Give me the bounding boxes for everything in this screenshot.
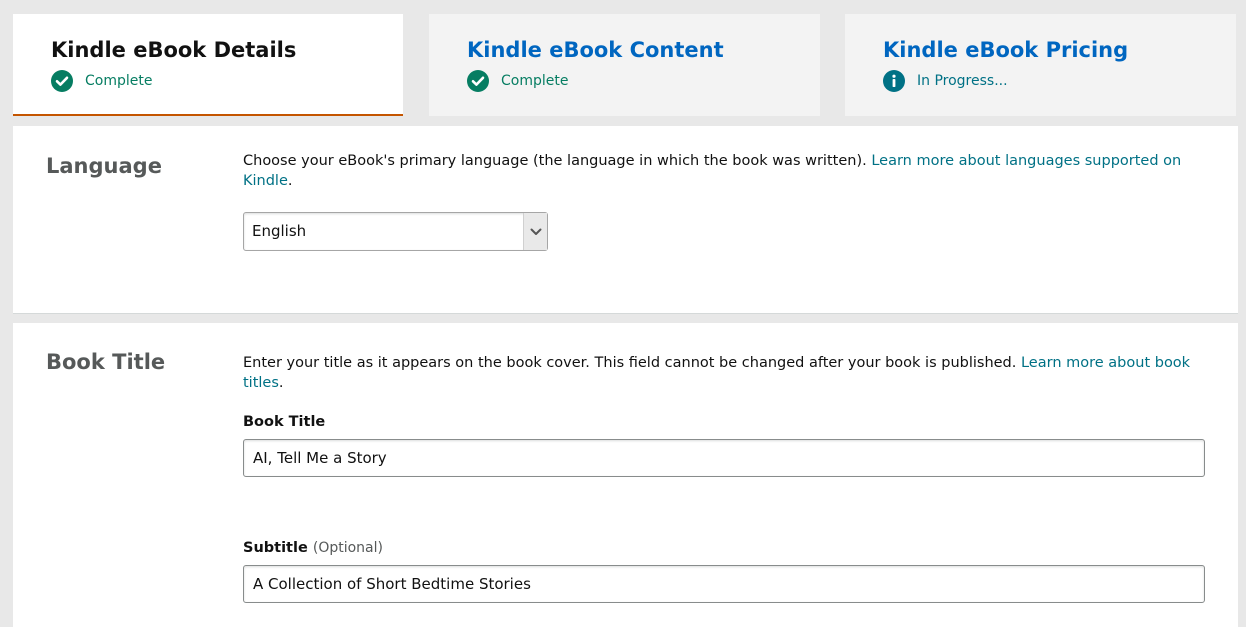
book-title-label: Book Title [243,414,326,430]
panel-divider [13,313,1238,314]
book-title-description-text: Enter your title as it appears on the bo… [243,355,1021,371]
tab-status: Complete [51,70,403,92]
subtitle-input[interactable] [243,565,1205,603]
book-title-input[interactable] [243,439,1205,477]
language-description-text: Choose your eBook's primary language (th… [243,153,872,169]
info-circle-icon [883,70,905,92]
subtitle-optional-hint: (Optional) [312,540,383,556]
check-circle-icon [467,70,489,92]
book-title-section: Book Title Enter your title as it appear… [13,323,1238,627]
language-select[interactable]: English [243,212,548,251]
tab-status-text: In Progress... [917,73,1008,89]
tab-kindle-ebook-details[interactable]: Kindle eBook Details Complete [13,14,403,116]
language-section: Language Choose your eBook's primary lan… [13,126,1238,313]
tab-status-text: Complete [85,73,153,89]
language-select-value: English [252,222,307,240]
tab-kindle-ebook-content[interactable]: Kindle eBook Content Complete [429,14,820,116]
book-title-heading: Book Title [46,350,166,374]
language-description-end: . [287,173,293,189]
tab-title: Kindle eBook Details [51,38,297,62]
subtitle-label: Subtitle (Optional) [243,540,383,556]
language-description: Choose your eBook's primary language (th… [243,151,1208,191]
tab-kindle-ebook-pricing[interactable]: Kindle eBook Pricing In Progress... [845,14,1236,116]
tab-status: In Progress... [883,70,1236,92]
language-heading: Language [46,154,162,178]
check-circle-icon [51,70,73,92]
tab-status-text: Complete [501,73,569,89]
subtitle-label-text: Subtitle [243,540,308,556]
book-title-description-end: . [278,375,284,391]
book-title-description: Enter your title as it appears on the bo… [243,353,1208,393]
tab-status: Complete [467,70,820,92]
chevron-down-icon[interactable] [523,213,547,250]
tab-title[interactable]: Kindle eBook Pricing [883,36,1236,64]
tab-title[interactable]: Kindle eBook Content [467,36,820,64]
